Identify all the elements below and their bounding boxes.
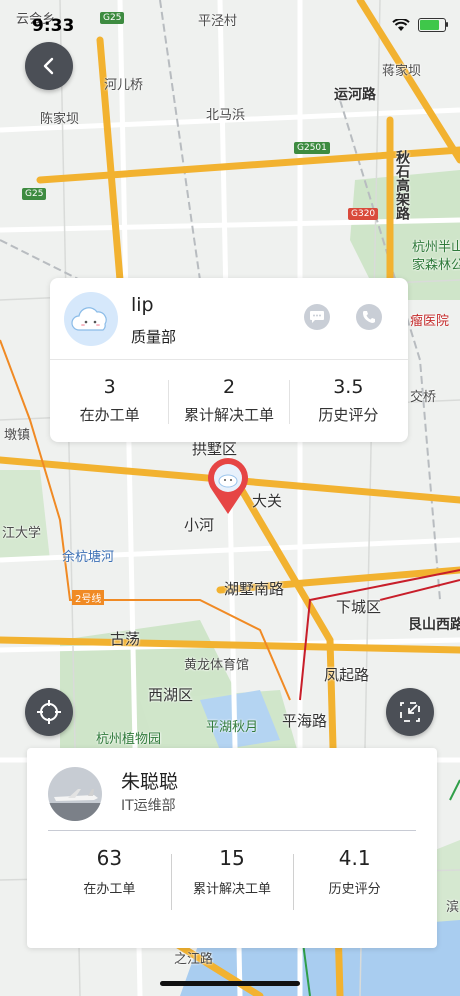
stat-value: 3 [103, 376, 116, 398]
selected-staff-card[interactable]: 朱聪聪 IT运维部 63 在办工单 15 累计解决工单 4.1 历史评分 [27, 748, 437, 948]
map-label: 平湖秋月 [206, 720, 259, 735]
status-time: 9:33 [32, 16, 75, 36]
call-button[interactable] [356, 304, 382, 330]
map-label: 杭州半山 [412, 240, 460, 255]
stat-open-tickets: 3 在办工单 [50, 376, 169, 425]
highway-shield: G320 [348, 208, 379, 220]
stat-label: 累计解决工单 [193, 882, 272, 897]
stat-value: 15 [219, 846, 245, 870]
stat-label: 在办工单 [83, 882, 136, 897]
map-label: 大关 [252, 492, 283, 510]
map-label: 秋石高架路 [394, 150, 410, 220]
wifi-icon [392, 18, 410, 31]
highway-shield: G2501 [294, 142, 330, 154]
shrink-icon [400, 702, 420, 722]
airplane-photo-icon [48, 767, 102, 821]
map-label: 北马浜 [206, 108, 246, 123]
map-label: 陈家坝 [40, 112, 80, 127]
avatar [64, 292, 118, 346]
map-label: 杭州植物园 [96, 732, 162, 747]
staff-department: 质量部 [131, 328, 177, 346]
map-label: 河儿桥 [104, 78, 144, 93]
stat-label: 在办工单 [79, 406, 140, 424]
stat-open-tickets: 63 在办工单 [48, 846, 171, 897]
map-label: 蒋家坝 [382, 64, 422, 79]
stat-label: 累计解决工单 [183, 406, 274, 424]
map-label: 小河 [184, 516, 215, 534]
map-label: 余杭塘河 [62, 550, 115, 565]
map-label: 平海路 [282, 712, 328, 730]
divider [50, 359, 408, 360]
stat-label: 历史评分 [318, 406, 379, 424]
message-button[interactable] [304, 304, 330, 330]
map-label: 墩镇 [4, 428, 31, 443]
stat-value: 63 [96, 846, 123, 870]
crosshair-icon [37, 700, 61, 724]
stat-value: 2 [222, 376, 236, 398]
stat-history-rating: 4.1 历史评分 [293, 846, 416, 897]
map-label: 艮山西路 [408, 617, 460, 633]
map-label: 家森林公 [412, 258, 460, 273]
highway-shield: G25 [22, 188, 47, 200]
stat-history-rating: 3.5 历史评分 [289, 376, 408, 425]
staff-name: 朱聪聪 [121, 771, 179, 793]
map-label: 古荡 [110, 630, 141, 648]
map-label: 湖墅南路 [224, 580, 285, 598]
staff-name: lip [131, 294, 154, 316]
stat-resolved-tickets: 2 累计解决工单 [169, 376, 288, 425]
collapse-button[interactable] [386, 688, 434, 736]
home-indicator [160, 981, 300, 986]
map-label: 滨 [446, 900, 460, 915]
staff-department: IT运维部 [121, 798, 176, 814]
phone-icon [363, 311, 375, 323]
back-button[interactable] [25, 42, 73, 90]
status-bar: 9:33 [0, 0, 460, 44]
map-label: 交桥 [410, 390, 437, 405]
chevron-left-icon [43, 57, 54, 75]
map-label: 之江路 [174, 952, 214, 967]
stat-value: 3.5 [333, 376, 364, 398]
map-label: 西湖区 [148, 686, 194, 704]
stat-label: 历史评分 [328, 882, 381, 897]
stat-resolved-tickets: 15 累计解决工单 [171, 846, 294, 897]
map-label: 2号线 [72, 590, 105, 605]
locate-button[interactable] [25, 688, 73, 736]
map-label: 下城区 [336, 598, 382, 616]
avatar [48, 767, 102, 821]
staff-info-card[interactable]: lip 质量部 3 在办工单 2 累计解决工单 3.5 历史评分 [50, 278, 408, 442]
map-label: 瘤医院 [410, 314, 450, 329]
cloud-avatar-icon [71, 307, 107, 331]
divider [48, 830, 416, 831]
map-label: 江大学 [2, 526, 42, 541]
chat-icon [310, 311, 324, 323]
battery-icon [418, 18, 448, 32]
map-label: 凤起路 [324, 666, 370, 684]
map-label: 黄龙体育馆 [184, 658, 250, 673]
stat-value: 4.1 [338, 846, 371, 870]
map-label: 运河路 [334, 87, 376, 103]
